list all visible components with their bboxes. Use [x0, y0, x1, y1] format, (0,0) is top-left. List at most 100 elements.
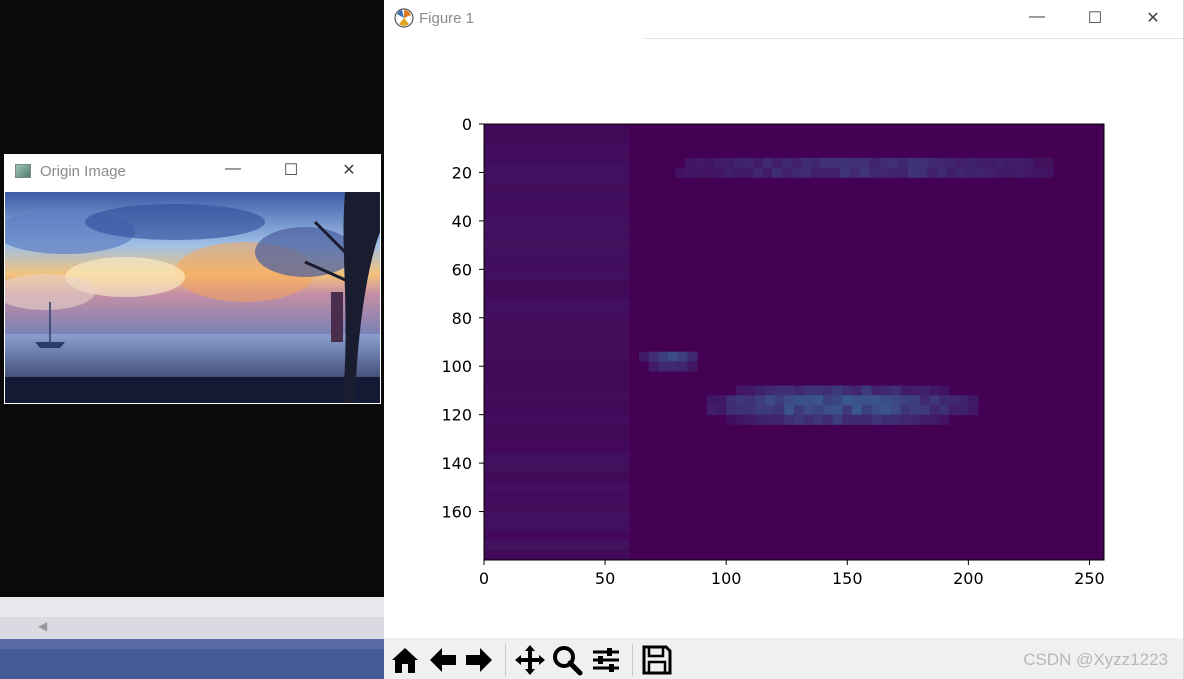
- heatmap-cell: [484, 124, 630, 134]
- heatmap-cell: [890, 395, 902, 406]
- forward-icon[interactable]: [462, 643, 496, 677]
- heatmap-cell: [484, 279, 630, 289]
- heatmap-cell: [735, 385, 747, 396]
- heatmap-cell: [784, 414, 795, 425]
- save-icon[interactable]: [640, 643, 674, 677]
- close-button[interactable]: ✕: [320, 160, 378, 180]
- heatmap-cell: [939, 414, 950, 425]
- heatmap-cell: [871, 414, 882, 425]
- heatmap-cell: [842, 404, 853, 416]
- heatmap-cell: [484, 530, 630, 541]
- heatmap-cell: [484, 472, 630, 483]
- heatmap-cell: [919, 395, 931, 406]
- heatmap-cell: [764, 414, 776, 425]
- heatmap-cell: [956, 157, 967, 169]
- heatmap-cell: [772, 167, 783, 178]
- heatmap-cell: [919, 414, 931, 425]
- heatmap-cell: [852, 385, 863, 396]
- minimize-button[interactable]: —: [1008, 8, 1066, 26]
- heatmap-cell: [484, 201, 630, 212]
- scrollbar-track[interactable]: ◀: [0, 617, 384, 639]
- origin-window-title: Origin Image: [40, 163, 126, 180]
- heatmap-cell: [694, 167, 705, 178]
- heatmap-cell: [946, 167, 957, 178]
- heatmap-cell: [764, 404, 776, 416]
- heatmap-cell: [890, 404, 902, 416]
- heatmap-cell: [898, 157, 909, 169]
- heatmap-cell: [755, 385, 766, 396]
- heatmap-cell: [484, 434, 630, 444]
- heatmap-cell: [755, 414, 766, 425]
- heatmap-cell: [919, 385, 931, 396]
- heatmap-image: [484, 124, 1104, 560]
- heatmap-cell: [484, 211, 630, 221]
- heatmap-cell: [813, 395, 824, 406]
- heatmap-cell: [484, 240, 630, 250]
- heatmap-cell: [813, 414, 824, 425]
- heatmap-cell: [803, 404, 814, 416]
- heatmap-cell: [484, 511, 630, 522]
- pan-icon[interactable]: [513, 643, 547, 677]
- heatmap-cell: [958, 395, 969, 406]
- heatmap-cell: [823, 404, 834, 416]
- heatmap-cell: [677, 361, 688, 372]
- heatmap-cell: [484, 424, 630, 435]
- minimize-button[interactable]: —: [204, 160, 262, 178]
- heatmap-cell: [733, 167, 744, 178]
- heatmap-cell: [755, 404, 766, 416]
- origin-image: [5, 192, 380, 403]
- heatmap-cell: [484, 463, 630, 473]
- heatmap-cell: [813, 404, 824, 416]
- heatmap-cell: [985, 157, 996, 169]
- back-icon[interactable]: [426, 643, 460, 677]
- heatmap-cell: [1004, 157, 1015, 169]
- heatmap-cell: [484, 443, 630, 454]
- heatmap-cell: [861, 395, 872, 406]
- y-tick-label: 20: [452, 163, 472, 182]
- heatmap-cell: [735, 414, 747, 425]
- heatmap-cell: [900, 404, 911, 416]
- zoom-icon[interactable]: [550, 643, 584, 677]
- heatmap-cell: [917, 167, 928, 178]
- close-button[interactable]: ✕: [1124, 8, 1182, 28]
- heatmap-cell: [723, 167, 734, 178]
- maximize-button[interactable]: ☐: [1066, 8, 1124, 28]
- histogram-plot[interactable]: 0 50 100 150 200 250 0 20 40 60 80 100 120 140 160: [384, 38, 1182, 638]
- heatmap-cell: [968, 395, 979, 406]
- heatmap-cell: [1024, 157, 1035, 169]
- heatmap-cell: [849, 157, 860, 169]
- heatmap-cell: [861, 414, 872, 425]
- y-tick-label: 160: [441, 503, 472, 522]
- heatmap-cell: [726, 414, 737, 425]
- scroll-left-icon[interactable]: ◀: [38, 619, 47, 633]
- home-icon[interactable]: [388, 643, 422, 677]
- heatmap-cell: [965, 157, 977, 169]
- heatmap-cell: [484, 143, 630, 154]
- heatmap-cell: [830, 157, 841, 169]
- heatmap-cell: [995, 167, 1006, 178]
- origin-title-bar[interactable]: Origin Image — ☐ ✕: [4, 154, 381, 192]
- heatmap-cell: [484, 230, 630, 241]
- maximize-button[interactable]: ☐: [262, 160, 320, 180]
- heatmap-cell: [716, 395, 727, 406]
- heatmap-cell: [752, 157, 764, 169]
- heatmap-cell: [774, 385, 785, 396]
- heatmap-cell: [484, 453, 630, 464]
- heatmap-cell: [774, 404, 785, 416]
- heatmap-cell: [784, 385, 795, 396]
- heatmap-cell: [888, 157, 899, 169]
- heatmap-cell: [745, 414, 756, 425]
- heatmap-cell: [958, 404, 969, 416]
- heatmap-cell: [803, 414, 814, 425]
- heatmap-cell: [755, 395, 766, 406]
- heatmap-cell: [648, 351, 659, 362]
- figure-window: Figure 1 — ☐ ✕ 0 50 100 150 200 250 0 20 40 60 80…: [384, 0, 1184, 679]
- heatmap-cell: [881, 404, 892, 416]
- heatmap-cell: [842, 414, 853, 425]
- heatmap-cell: [1024, 167, 1035, 178]
- figure-title-bar[interactable]: Figure 1 — ☐ ✕: [384, 0, 1184, 38]
- heatmap-cell: [484, 414, 630, 425]
- heatmap-cell: [726, 395, 737, 406]
- configure-subplots-icon[interactable]: [589, 643, 623, 677]
- heatmap-cell: [900, 395, 911, 406]
